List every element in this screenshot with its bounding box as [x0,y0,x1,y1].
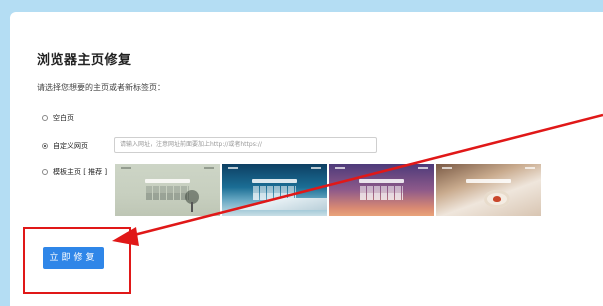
annotation-arrow-head [112,227,139,246]
annotation-arrow-line [129,113,603,238]
annotation-arrow-icon [112,113,603,246]
